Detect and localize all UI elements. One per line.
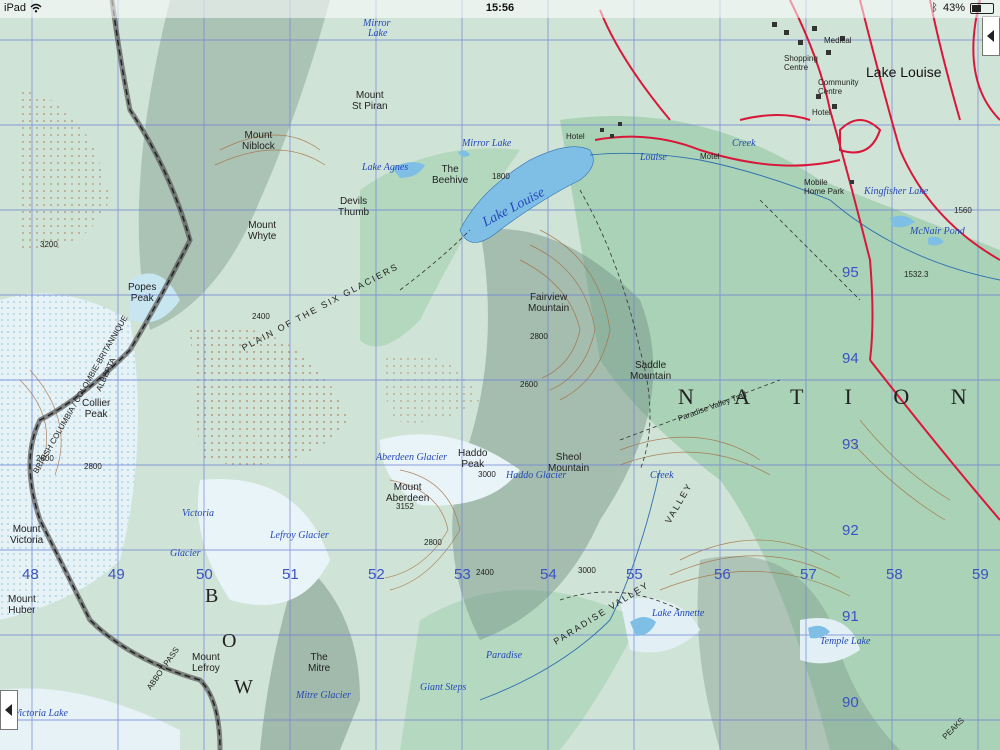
peak-label[interactable]: Mount Victoria bbox=[10, 524, 43, 546]
louise-creek-label: Louise bbox=[640, 152, 667, 163]
elevation-label: 1560 bbox=[954, 206, 972, 215]
bow-letter: B bbox=[205, 585, 219, 607]
peak-label[interactable]: Mount Huber bbox=[8, 594, 36, 616]
grid-northing: 90 bbox=[842, 694, 859, 711]
mcnair-pond-label[interactable]: McNair Pond bbox=[910, 226, 965, 237]
elevation-label: 2800 bbox=[84, 462, 102, 471]
peak-label[interactable]: Mount Aberdeen bbox=[386, 482, 429, 504]
grid-northing: 92 bbox=[842, 522, 859, 539]
elevation-label: 1532.3 bbox=[904, 270, 929, 279]
aberdeen-glacier-label[interactable]: Aberdeen Glacier bbox=[376, 452, 447, 463]
status-right: ᛒ 43% bbox=[931, 2, 994, 14]
battery-fill bbox=[972, 4, 981, 12]
peak-label[interactable]: Mount Lefroy bbox=[192, 652, 220, 674]
kingfisher-lake-label[interactable]: Kingfisher Lake bbox=[864, 186, 928, 197]
peak-label[interactable]: Saddle Mountain bbox=[630, 360, 671, 382]
peak-label[interactable]: The Mitre bbox=[308, 652, 330, 674]
elevation-label: 1800 bbox=[492, 172, 510, 181]
victoria-lake-label[interactable]: Victoria Lake bbox=[14, 708, 68, 719]
temple-lake-label[interactable]: Temple Lake bbox=[820, 636, 870, 647]
grid-easting: 58 bbox=[886, 566, 903, 583]
bluetooth-icon: ᛒ bbox=[931, 2, 938, 14]
grid-easting: 57 bbox=[800, 566, 817, 583]
grid-northing: 94 bbox=[842, 350, 859, 367]
elevation-label: 2600 bbox=[520, 380, 538, 389]
lefroy-glacier-label[interactable]: Lefroy Glacier bbox=[270, 530, 329, 541]
hotel-label[interactable]: Hotel bbox=[812, 108, 831, 117]
grid-northing: 91 bbox=[842, 608, 859, 625]
community-centre-label[interactable]: Community Centre bbox=[818, 78, 868, 96]
grid-easting: 49 bbox=[108, 566, 125, 583]
grid-easting: 52 bbox=[368, 566, 385, 583]
creek-label: Creek bbox=[732, 138, 756, 149]
peak-label[interactable]: Fairview Mountain bbox=[528, 292, 569, 314]
motel-label[interactable]: Motel bbox=[700, 152, 720, 161]
glacier-label: Glacier bbox=[170, 548, 201, 559]
town-label[interactable]: Lake Louise bbox=[866, 64, 942, 80]
grid-easting: 51 bbox=[282, 566, 299, 583]
mirror-lake-label[interactable]: Mirror Lake bbox=[462, 138, 511, 149]
paradise-creek-label: Paradise bbox=[486, 650, 523, 661]
elevation-label: 2800 bbox=[36, 454, 54, 463]
grid-easting: 53 bbox=[454, 566, 471, 583]
bow-letter: O bbox=[222, 630, 237, 652]
shopping-centre-label[interactable]: Shopping Centre bbox=[784, 54, 834, 72]
left-arrow-icon[interactable] bbox=[0, 690, 18, 730]
battery-icon bbox=[970, 2, 994, 14]
elevation-label: 3200 bbox=[40, 240, 58, 249]
grid-easting: 55 bbox=[626, 566, 643, 583]
right-panel-arrow-icon[interactable] bbox=[982, 16, 1000, 56]
grid-easting: 56 bbox=[714, 566, 731, 583]
peak-label[interactable]: Mount Niblock bbox=[242, 130, 275, 152]
status-bar: iPad 15:56 ᛒ 43% bbox=[0, 0, 1000, 18]
grid-northing: 95 bbox=[842, 264, 859, 281]
peak-label[interactable]: Collier Peak bbox=[82, 398, 110, 420]
elevation-label: 2800 bbox=[424, 538, 442, 547]
lake-annette-label[interactable]: Lake Annette bbox=[652, 608, 704, 619]
peak-label[interactable]: The Beehive bbox=[432, 164, 468, 186]
peak-label[interactable]: Mount Whyte bbox=[248, 220, 276, 242]
peak-label[interactable]: Devils Thumb bbox=[338, 196, 369, 218]
peak-label[interactable]: Mount St Piran bbox=[352, 90, 388, 112]
grid-easting: 50 bbox=[196, 566, 213, 583]
bow-letter: W bbox=[234, 676, 253, 698]
grid-northing: 93 bbox=[842, 436, 859, 453]
mobile-home-park-label[interactable]: Mobile Home Park bbox=[804, 178, 844, 196]
giant-steps-label[interactable]: Giant Steps bbox=[420, 682, 466, 693]
grid-easting: 59 bbox=[972, 566, 989, 583]
status-time: 15:56 bbox=[485, 2, 515, 14]
elevation-label: 3152 bbox=[396, 502, 414, 511]
grid-easting: 48 bbox=[22, 566, 39, 583]
elevation-label: 3000 bbox=[478, 470, 496, 479]
grid-easting: 54 bbox=[540, 566, 557, 583]
medical-label[interactable]: Medical bbox=[824, 36, 852, 45]
victoria-glacier-label[interactable]: Victoria bbox=[182, 508, 214, 519]
elevation-label: 2800 bbox=[530, 332, 548, 341]
elevation-label: 2400 bbox=[476, 568, 494, 577]
mitre-glacier-label[interactable]: Mitre Glacier bbox=[296, 690, 351, 701]
peak-label[interactable]: Popes Peak bbox=[128, 282, 156, 304]
lake-label: Lake bbox=[368, 28, 388, 39]
haddo-glacier-label[interactable]: Haddo Glacier bbox=[506, 470, 566, 481]
lake-agnes-label[interactable]: Lake Agnes bbox=[362, 162, 408, 173]
peak-label[interactable]: Haddo Peak bbox=[458, 448, 487, 470]
elevation-label: 2400 bbox=[252, 312, 270, 321]
elevation-label: 3000 bbox=[578, 566, 596, 575]
battery-percent: 43% bbox=[942, 2, 965, 14]
hotel-label[interactable]: Hotel bbox=[566, 132, 585, 141]
paradise-creek-label2: Creek bbox=[650, 470, 674, 481]
